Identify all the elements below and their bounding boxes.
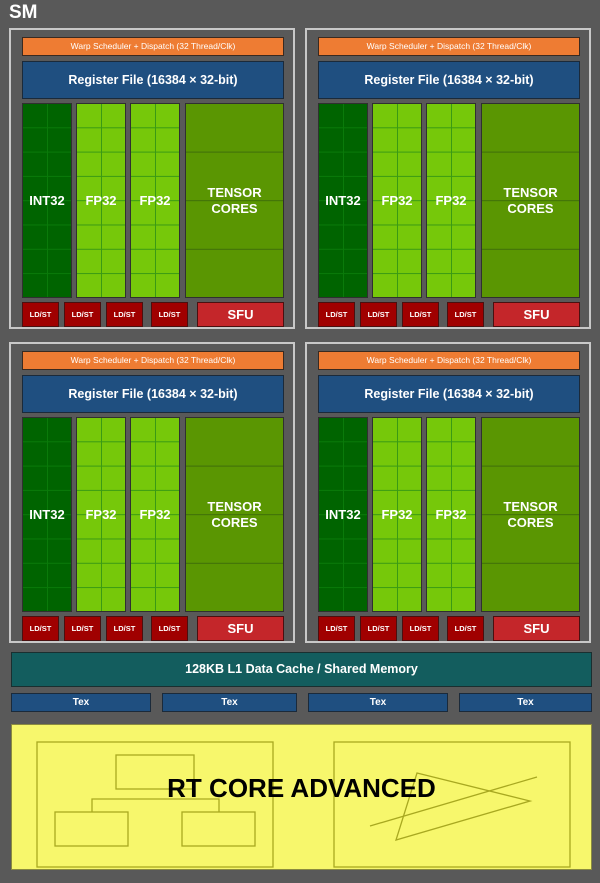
processing-block: Warp Scheduler + Dispatch (32 Thread/Clk… <box>305 28 591 329</box>
tensor-label-line2: CORES <box>507 200 554 216</box>
tensor-cores: TENSOR CORES <box>481 417 580 612</box>
register-file: Register File (16384 × 32-bit) <box>22 61 284 99</box>
fp32-label: FP32 <box>85 507 117 522</box>
fp32-units: FP32 <box>426 417 476 612</box>
fp32-units: FP32 <box>372 417 422 612</box>
ldst-unit: LD/ST <box>360 616 397 641</box>
fp32-units: FP32 <box>372 103 422 298</box>
int32-label: INT32 <box>29 193 65 208</box>
tensor-cores: TENSOR CORES <box>185 103 284 298</box>
sm-title: SM <box>9 2 38 23</box>
fp32-label: FP32 <box>435 507 467 522</box>
tex-unit: Tex <box>459 693 592 712</box>
sfu-unit: SFU <box>493 302 580 327</box>
fp32-units: FP32 <box>76 417 126 612</box>
sfu-unit: SFU <box>197 616 284 641</box>
tensor-label-line2: CORES <box>211 514 258 530</box>
tex-unit: Tex <box>308 693 448 712</box>
fp32-units: FP32 <box>130 417 180 612</box>
triangle-box <box>333 741 571 868</box>
ldst-unit: LD/ST <box>64 616 101 641</box>
tensor-label-line1: TENSOR <box>503 184 558 200</box>
ldst-unit: LD/ST <box>22 616 59 641</box>
int32-units: INT32 <box>22 417 72 612</box>
tex-unit: Tex <box>162 693 297 712</box>
register-file: Register File (16384 × 32-bit) <box>22 375 284 413</box>
ldst-unit: LD/ST <box>318 302 355 327</box>
tensor-label-line1: TENSOR <box>207 498 262 514</box>
tensor-label-line2: CORES <box>507 514 554 530</box>
int32-label: INT32 <box>325 193 361 208</box>
ldst-unit: LD/ST <box>22 302 59 327</box>
ldst-unit: LD/ST <box>360 302 397 327</box>
fp32-label: FP32 <box>381 507 413 522</box>
l1-data-cache-shared-memory: 128KB L1 Data Cache / Shared Memory <box>11 652 592 687</box>
warp-scheduler: Warp Scheduler + Dispatch (32 Thread/Clk… <box>318 37 580 56</box>
ldst-unit: LD/ST <box>318 616 355 641</box>
int32-units: INT32 <box>318 417 368 612</box>
ldst-unit: LD/ST <box>64 302 101 327</box>
fp32-units: FP32 <box>426 103 476 298</box>
fp32-label: FP32 <box>139 193 171 208</box>
ldst-unit: LD/ST <box>402 302 439 327</box>
warp-scheduler: Warp Scheduler + Dispatch (32 Thread/Clk… <box>22 351 284 370</box>
ldst-unit: LD/ST <box>447 302 484 327</box>
int32-label: INT32 <box>325 507 361 522</box>
fp32-label: FP32 <box>139 507 171 522</box>
int32-label: INT32 <box>29 507 65 522</box>
int32-units: INT32 <box>22 103 72 298</box>
ldst-unit: LD/ST <box>151 616 188 641</box>
tensor-label: TENSOR CORES <box>207 185 261 217</box>
ldst-unit: LD/ST <box>106 302 143 327</box>
tensor-cores: TENSOR CORES <box>185 417 284 612</box>
fp32-units: FP32 <box>76 103 126 298</box>
processing-block: Warp Scheduler + Dispatch (32 Thread/Clk… <box>305 342 591 643</box>
tensor-label-line2: CORES <box>211 200 258 216</box>
tensor-label: TENSOR CORES <box>503 499 557 531</box>
ldst-unit: LD/ST <box>447 616 484 641</box>
bvh-node-right <box>181 811 256 847</box>
tex-unit: Tex <box>11 693 151 712</box>
sfu-unit: SFU <box>493 616 580 641</box>
tensor-label-line1: TENSOR <box>503 498 558 514</box>
fp32-units: FP32 <box>130 103 180 298</box>
warp-scheduler: Warp Scheduler + Dispatch (32 Thread/Clk… <box>22 37 284 56</box>
bvh-box <box>36 741 274 868</box>
register-file: Register File (16384 × 32-bit) <box>318 375 580 413</box>
fp32-label: FP32 <box>381 193 413 208</box>
ldst-unit: LD/ST <box>402 616 439 641</box>
sfu-unit: SFU <box>197 302 284 327</box>
processing-block: Warp Scheduler + Dispatch (32 Thread/Clk… <box>9 28 295 329</box>
rt-core: RT CORE ADVANCED <box>11 724 592 870</box>
fp32-label: FP32 <box>85 193 117 208</box>
register-file: Register File (16384 × 32-bit) <box>318 61 580 99</box>
rt-core-label: RT CORE ADVANCED <box>167 773 436 803</box>
tensor-label: TENSOR CORES <box>503 185 557 217</box>
ldst-unit: LD/ST <box>106 616 143 641</box>
bvh-node-left <box>54 811 129 847</box>
int32-units: INT32 <box>318 103 368 298</box>
tensor-label: TENSOR CORES <box>207 499 261 531</box>
ldst-unit: LD/ST <box>151 302 188 327</box>
processing-block: Warp Scheduler + Dispatch (32 Thread/Clk… <box>9 342 295 643</box>
tensor-cores: TENSOR CORES <box>481 103 580 298</box>
warp-scheduler: Warp Scheduler + Dispatch (32 Thread/Clk… <box>318 351 580 370</box>
fp32-label: FP32 <box>435 193 467 208</box>
tensor-label-line1: TENSOR <box>207 184 262 200</box>
